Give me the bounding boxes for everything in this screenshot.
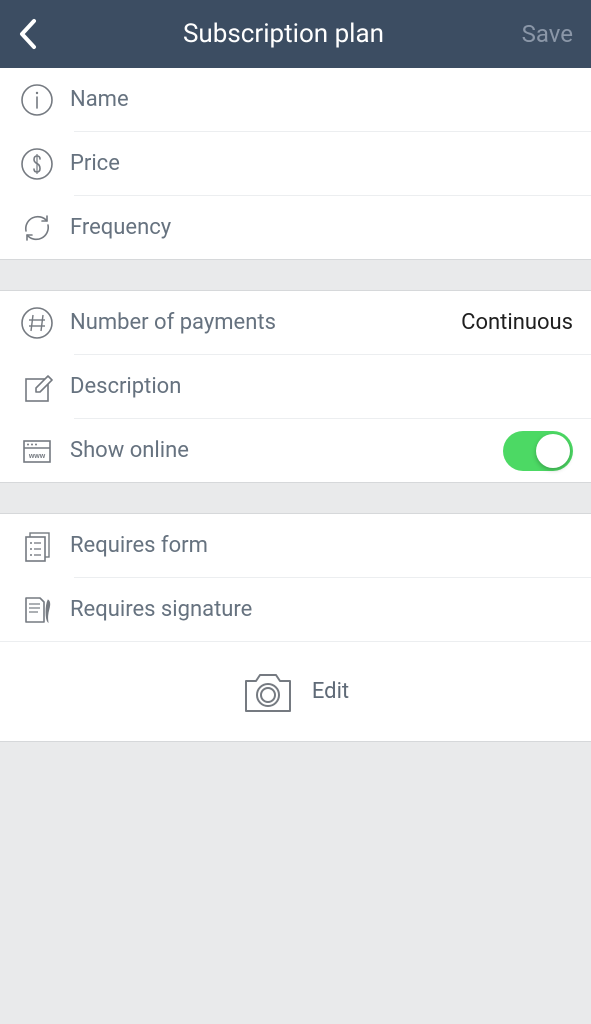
section-basic: Name Price Frequency <box>0 68 591 260</box>
svg-text:www: www <box>28 453 46 460</box>
chevron-left-icon <box>18 17 38 51</box>
hash-icon <box>20 306 70 340</box>
number-payments-value: Continuous <box>461 310 573 335</box>
edit-label: Edit <box>312 679 349 704</box>
requires-signature-label: Requires signature <box>70 597 573 622</box>
number-payments-row[interactable]: Number of payments Continuous <box>0 291 591 354</box>
number-payments-label: Number of payments <box>70 310 461 335</box>
section-details: Number of payments Continuous Descriptio… <box>0 290 591 483</box>
show-online-toggle[interactable] <box>503 431 573 471</box>
refresh-icon <box>20 211 70 245</box>
edit-row[interactable]: Edit <box>0 641 591 741</box>
show-online-row: www Show online <box>0 419 591 482</box>
save-button[interactable]: Save <box>513 20 573 48</box>
dollar-icon <box>20 147 70 181</box>
frequency-row[interactable]: Frequency <box>0 196 591 259</box>
section-requires: Requires form Requires signature Edit <box>0 513 591 742</box>
show-online-label: Show online <box>70 438 503 463</box>
description-row[interactable]: Description <box>0 355 591 418</box>
name-label: Name <box>70 87 573 112</box>
back-button[interactable] <box>18 16 54 52</box>
frequency-label: Frequency <box>70 215 573 240</box>
info-icon <box>20 83 70 117</box>
name-row[interactable]: Name <box>0 68 591 131</box>
browser-icon: www <box>20 434 70 468</box>
requires-form-row[interactable]: Requires form <box>0 514 591 577</box>
price-row[interactable]: Price <box>0 132 591 195</box>
edit-note-icon <box>20 370 70 404</box>
description-label: Description <box>70 374 573 399</box>
price-label: Price <box>70 151 573 176</box>
form-icon <box>20 529 70 563</box>
requires-signature-row[interactable]: Requires signature <box>0 578 591 641</box>
page-title: Subscription plan <box>54 19 513 49</box>
camera-icon <box>242 669 294 715</box>
requires-form-label: Requires form <box>70 533 573 558</box>
header: Subscription plan Save <box>0 0 591 68</box>
signature-icon <box>20 592 70 628</box>
